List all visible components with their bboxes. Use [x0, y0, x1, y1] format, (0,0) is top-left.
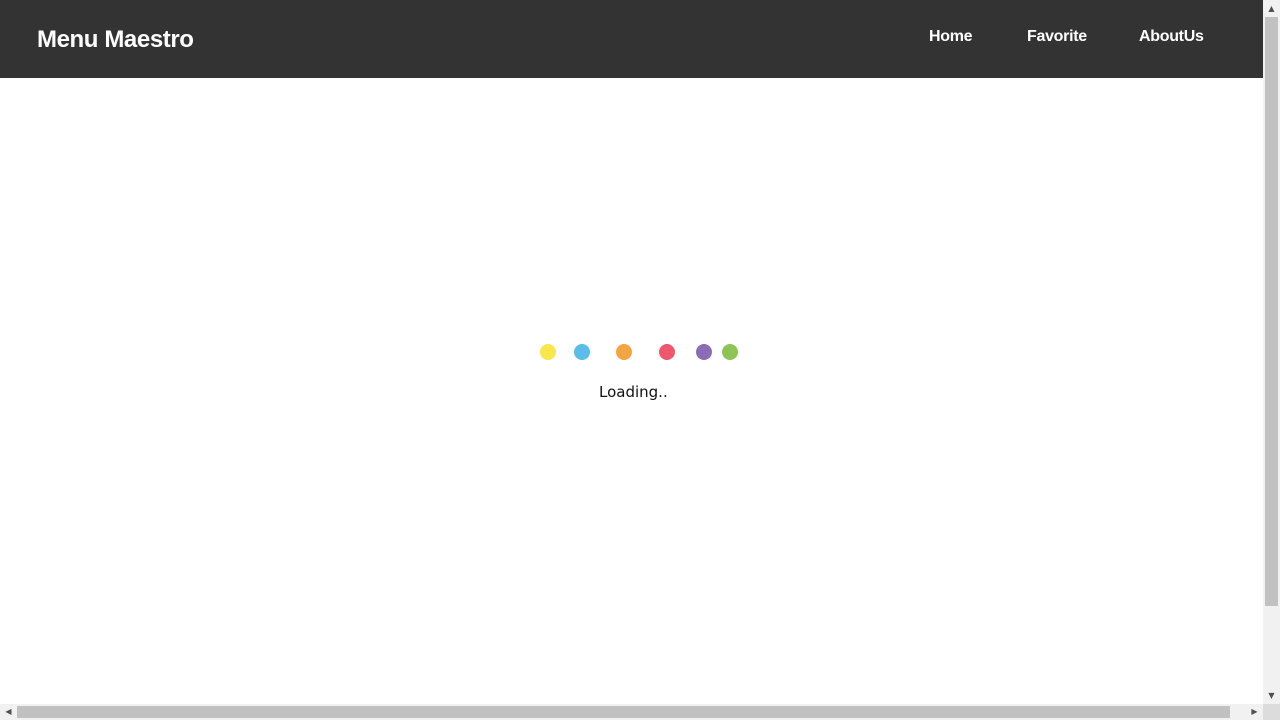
triangle-down-icon[interactable]: ▼: [1263, 687, 1280, 704]
loader-dot-6: [722, 344, 738, 360]
loader-dot-3: [616, 344, 632, 360]
nav-home-link[interactable]: Home: [929, 26, 973, 48]
vertical-scrollbar-thumb[interactable]: [1265, 17, 1278, 606]
loading-text: Loading..: [599, 383, 668, 401]
brand-logo[interactable]: Menu Maestro: [37, 24, 194, 56]
nav-favorite-link[interactable]: Favorite: [1027, 26, 1087, 48]
loader-dot-2: [574, 344, 590, 360]
triangle-up-icon[interactable]: ▲: [1263, 0, 1280, 17]
navbar: Menu Maestro Home Favorite AboutUs: [0, 0, 1263, 78]
main-content: Loading..: [0, 78, 1263, 704]
loader-dot-1: [540, 344, 556, 360]
loader-dot-4: [659, 344, 675, 360]
triangle-left-icon[interactable]: ◀: [0, 704, 17, 720]
loader-dot-5: [696, 344, 712, 360]
scrollbar-corner: [1263, 704, 1280, 720]
horizontal-scrollbar[interactable]: ◀ ▶: [0, 704, 1263, 720]
browser-viewport: Menu Maestro Home Favorite AboutUs Loadi…: [0, 0, 1280, 720]
vertical-scrollbar[interactable]: ▲ ▼: [1263, 0, 1280, 704]
nav-about-us-link[interactable]: AboutUs: [1139, 26, 1204, 48]
triangle-right-icon[interactable]: ▶: [1246, 704, 1263, 720]
horizontal-scrollbar-thumb[interactable]: [17, 706, 1230, 718]
